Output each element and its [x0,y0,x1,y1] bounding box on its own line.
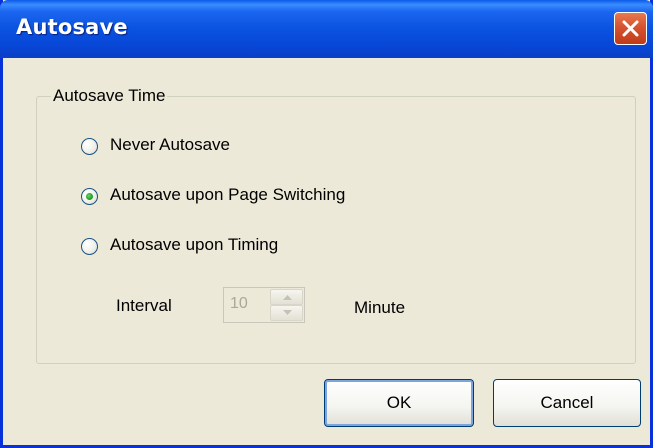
spin-up-button[interactable] [270,289,303,305]
radio-button[interactable] [81,138,98,155]
radio-label[interactable]: Autosave upon Timing [110,235,278,255]
arrow-down-icon [283,310,292,315]
dialog-title: Autosave [16,15,128,39]
group-label: Autosave Time [51,86,168,106]
autosave-dialog: Autosave Autosave Time Never Autosave Au… [0,0,653,448]
spin-down-button[interactable] [270,305,303,321]
radio-button[interactable] [81,238,98,255]
ok-button[interactable]: OK [324,379,474,427]
interval-spinner[interactable]: 10 [223,287,305,323]
close-button[interactable] [614,12,647,45]
radio-button-selected[interactable] [81,188,98,205]
minute-unit-label: Minute [354,298,406,317]
interval-value[interactable]: 10 [230,295,248,313]
cancel-button[interactable]: Cancel [493,379,641,427]
title-bar[interactable]: Autosave [0,0,653,58]
radio-label[interactable]: Autosave upon Page Switching [110,185,345,205]
arrow-up-icon [283,295,292,300]
radio-label[interactable]: Never Autosave [110,135,230,155]
interval-label: Interval [116,296,172,315]
close-x-icon [622,20,639,37]
